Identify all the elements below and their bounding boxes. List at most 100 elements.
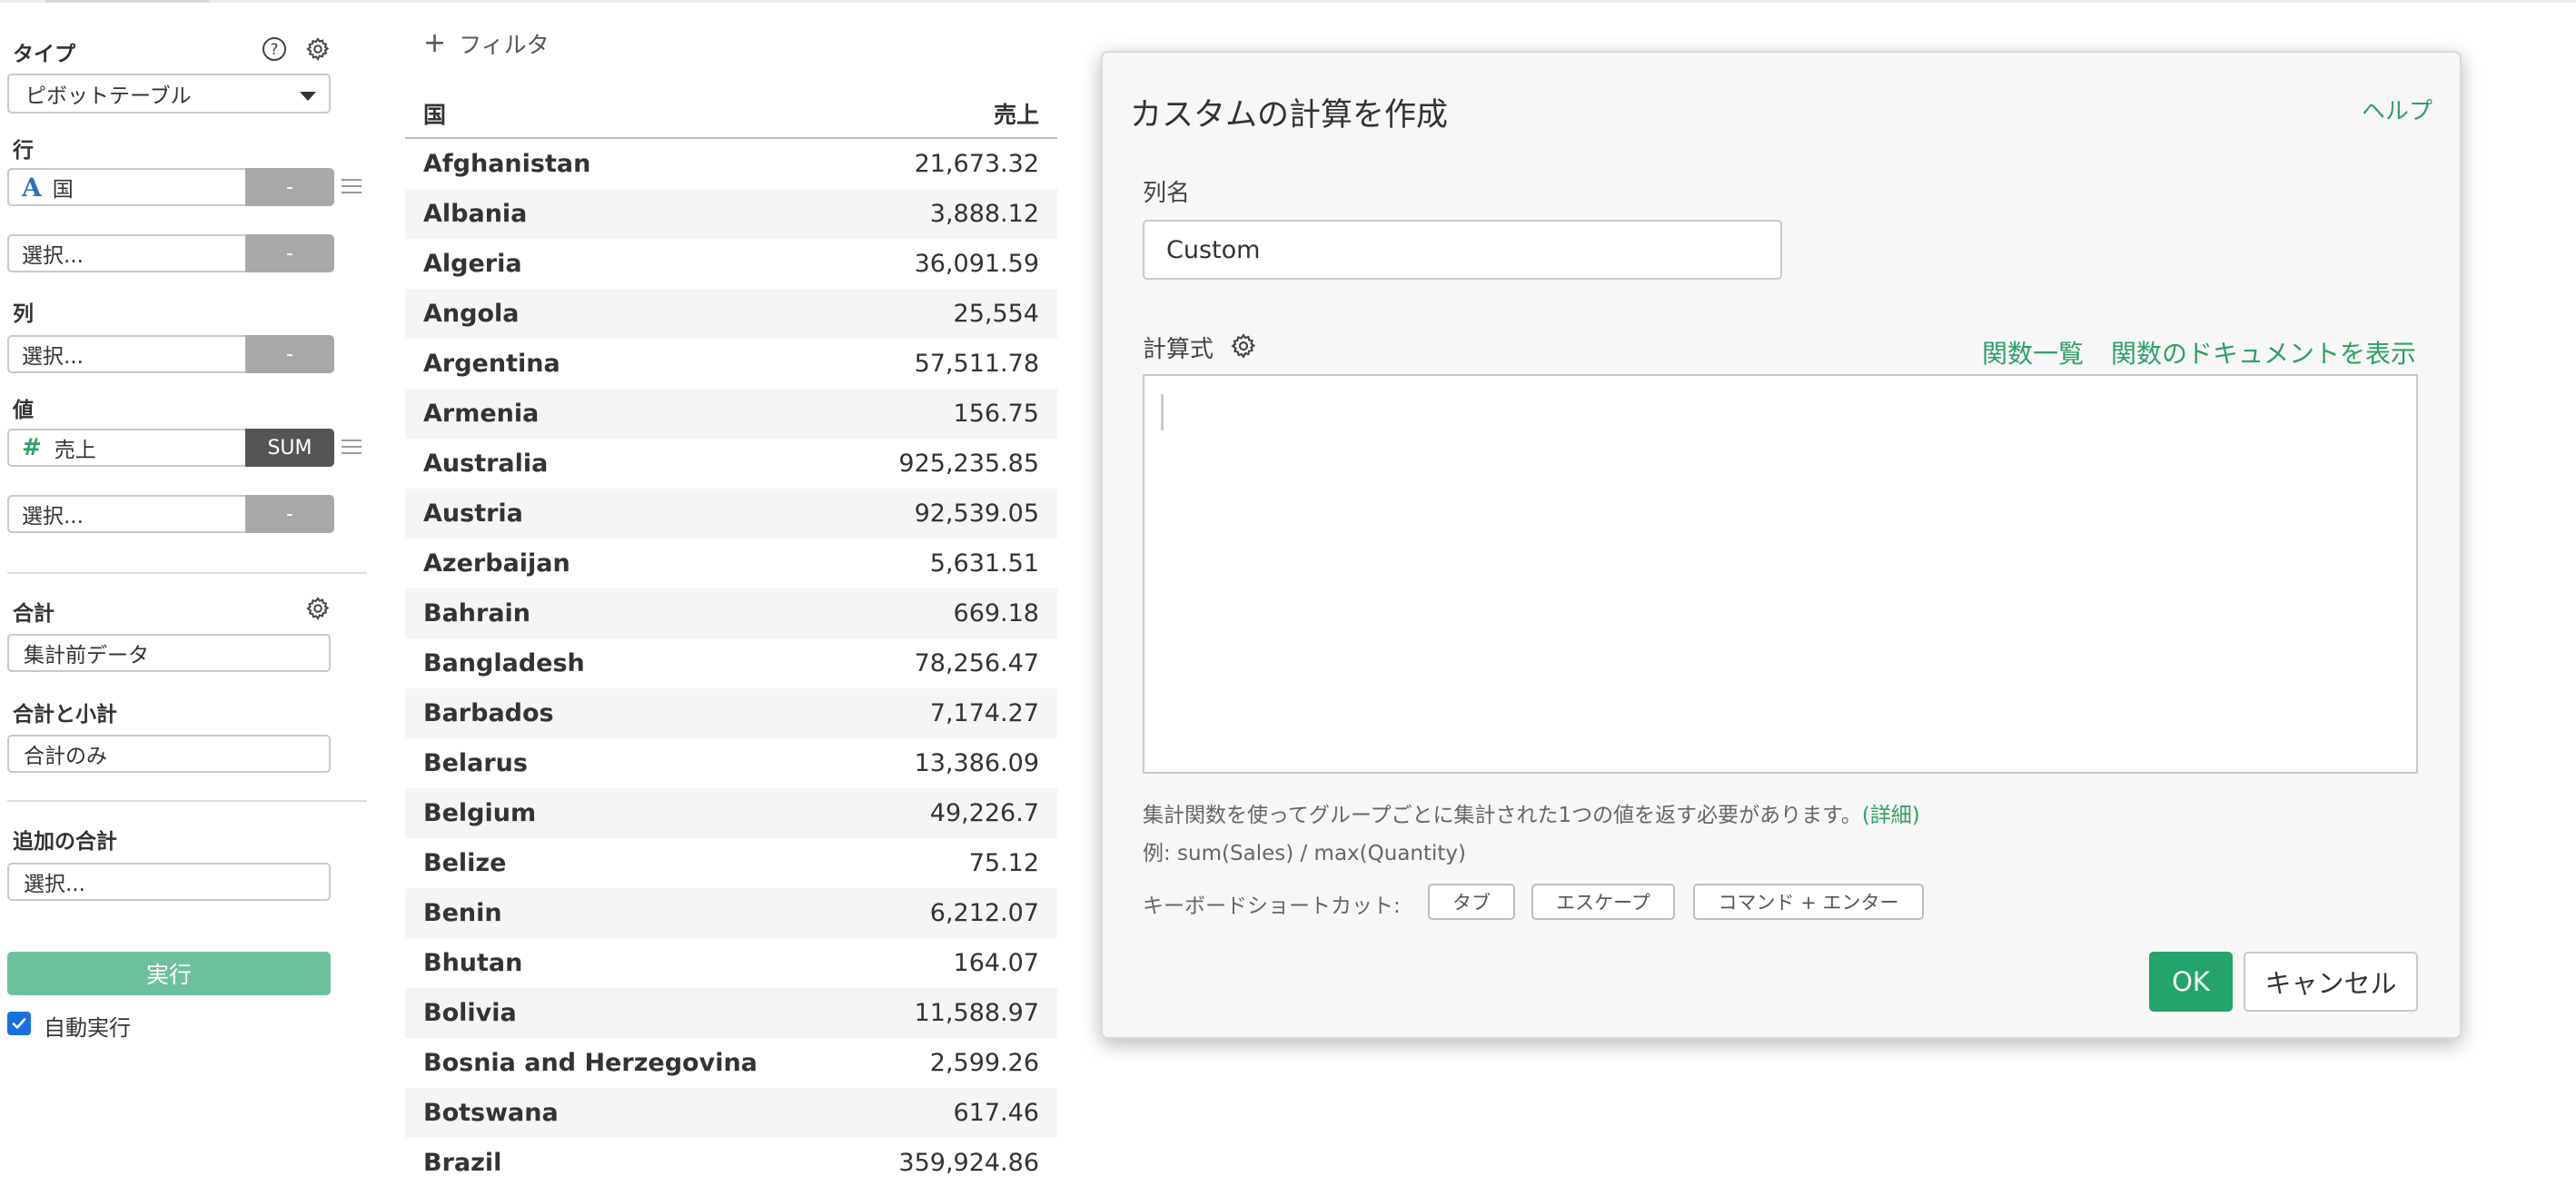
row-empty-button[interactable]: - <box>245 234 334 272</box>
sales-cell: 359,924.86 <box>898 1149 1039 1177</box>
table-row[interactable]: Australia 925,235.85 <box>405 439 1057 489</box>
sales-cell: 5,631.51 <box>929 549 1039 578</box>
column-header-country[interactable]: 国 <box>405 97 994 130</box>
aggregation-button[interactable]: SUM <box>245 429 334 467</box>
column-field-select[interactable]: 選択... <box>7 335 245 373</box>
sales-cell: 2,599.26 <box>929 1049 1039 1077</box>
custom-calculation-dialog: カスタムの計算を作成 ヘルプ 列名 Custom 計算式 関数一覧 関数のドキュ… <box>1101 51 2462 1039</box>
sales-cell: 156.75 <box>953 400 1039 428</box>
value-field-name[interactable]: # 売上 <box>7 429 245 467</box>
gear-icon[interactable] <box>303 594 332 623</box>
country-cell: Armenia <box>423 400 540 428</box>
value-empty-button[interactable]: - <box>245 495 334 533</box>
row-field-select[interactable]: 選択... <box>7 234 245 272</box>
rows-label: 行 <box>13 139 34 163</box>
formula-hint: 集計関数を使ってグループごとに集計された1つの値を返す必要があります。(詳細) <box>1143 797 1920 828</box>
ok-button[interactable]: OK <box>2149 952 2233 1012</box>
table-row[interactable]: Belize 75.12 <box>405 838 1057 888</box>
sales-cell: 92,539.05 <box>914 499 1039 528</box>
row-field-name[interactable]: A国 <box>7 168 245 206</box>
extra-total-label: 追加の合計 <box>13 830 117 854</box>
total-select[interactable]: 集計前データ <box>7 634 331 672</box>
row-field-remove-button[interactable]: - <box>245 168 334 206</box>
run-button[interactable]: 実行 <box>7 952 331 995</box>
table-row[interactable]: Belarus 13,386.09 <box>405 738 1057 788</box>
formula-editor[interactable] <box>1143 374 2418 774</box>
table-row[interactable]: Bolivia 11,588.97 <box>405 988 1057 1038</box>
shortcut-escape-key: エスケープ <box>1531 884 1675 920</box>
column-field-empty[interactable]: 選択... - <box>7 335 334 373</box>
table-row[interactable]: Barbados 7,174.27 <box>405 688 1057 738</box>
table-row[interactable]: Azerbaijan 5,631.51 <box>405 539 1057 588</box>
country-cell: Brazil <box>423 1149 502 1177</box>
country-cell: Bangladesh <box>423 649 585 677</box>
auto-run-label: 自動実行 <box>44 1015 131 1041</box>
function-list-link[interactable]: 関数一覧 <box>1982 334 2084 371</box>
table-row[interactable]: Bahrain 669.18 <box>405 588 1057 638</box>
table-row[interactable]: Afghanistan 21,673.32 <box>405 139 1057 189</box>
table-body: Afghanistan 21,673.32 Albania 3,888.12 Alger… <box>405 139 1057 1186</box>
formula-example: 例: sum(Sales) / max(Quantity) <box>1143 842 1467 865</box>
sales-cell: 11,588.97 <box>914 999 1039 1027</box>
drag-handle-icon[interactable] <box>342 440 362 456</box>
table-row[interactable]: Botswana 617.46 <box>405 1088 1057 1138</box>
table-row[interactable]: Algeria 36,091.59 <box>405 239 1057 289</box>
table-row[interactable]: Bhutan 164.07 <box>405 938 1057 988</box>
subtotal-select[interactable]: 合計のみ <box>7 735 331 773</box>
extra-total-select[interactable]: 選択... <box>7 863 331 901</box>
country-cell: Belgium <box>423 799 537 827</box>
detail-link[interactable]: (詳細) <box>1862 804 1920 827</box>
sales-cell: 75.12 <box>968 849 1039 877</box>
row-field-empty[interactable]: 選択... - <box>7 234 334 272</box>
cancel-button[interactable]: キャンセル <box>2244 952 2418 1012</box>
country-cell: Belarus <box>423 749 528 777</box>
table-row[interactable]: Argentina 57,511.78 <box>405 339 1057 389</box>
help-link[interactable]: ヘルプ <box>2362 93 2432 126</box>
table-row[interactable]: Benin 6,212.07 <box>405 888 1057 938</box>
sales-cell: 7,174.27 <box>929 699 1039 727</box>
formula-label: 計算式 <box>1143 336 1214 363</box>
value-field-empty[interactable]: 選択... - <box>7 495 334 533</box>
column-name-label: 列名 <box>1143 180 1191 207</box>
gear-icon[interactable] <box>1230 332 1257 360</box>
country-cell: Bhutan <box>423 949 523 977</box>
table-row[interactable]: Albania 3,888.12 <box>405 189 1057 239</box>
drag-handle-icon[interactable] <box>342 179 362 195</box>
row-field[interactable]: A国 - <box>7 168 334 206</box>
table-row[interactable]: Brazil 359,924.86 <box>405 1138 1057 1186</box>
chart-type-select[interactable]: ピボットテーブル <box>7 74 331 114</box>
column-name-input[interactable]: Custom <box>1143 220 1782 280</box>
country-cell: Algeria <box>423 250 522 278</box>
country-cell: Argentina <box>423 350 560 378</box>
auto-run-checkbox[interactable] <box>7 1012 31 1035</box>
sales-cell: 3,888.12 <box>929 200 1039 228</box>
table-row[interactable]: Armenia 156.75 <box>405 389 1057 439</box>
check-icon <box>12 1018 26 1029</box>
table-row[interactable]: Bangladesh 78,256.47 <box>405 638 1057 688</box>
plus-icon: + <box>423 27 447 59</box>
table-row[interactable]: Austria 92,539.05 <box>405 489 1057 539</box>
column-empty-button[interactable]: - <box>245 335 334 373</box>
country-cell: Bolivia <box>423 999 517 1027</box>
sales-cell: 78,256.47 <box>914 649 1039 677</box>
table-row[interactable]: Belgium 49,226.7 <box>405 788 1057 838</box>
country-cell: Benin <box>423 899 502 927</box>
function-docs-link[interactable]: 関数のドキュメントを表示 <box>2111 334 2416 371</box>
gear-icon[interactable] <box>303 35 332 64</box>
filter-label: フィルタ <box>459 32 550 58</box>
divider <box>7 800 367 802</box>
country-cell: Botswana <box>423 1099 559 1127</box>
table-row[interactable]: Angola 25,554 <box>405 289 1057 339</box>
country-cell: Azerbaijan <box>423 549 570 578</box>
value-field-select[interactable]: 選択... <box>7 495 245 533</box>
sales-cell: 36,091.59 <box>914 250 1039 278</box>
help-icon[interactable]: ? <box>260 35 289 64</box>
column-header-sales[interactable]: 売上 <box>994 97 1057 130</box>
value-field[interactable]: # 売上 SUM <box>7 429 334 467</box>
add-filter-button[interactable]: + フィルタ <box>423 27 550 60</box>
country-cell: Barbados <box>423 699 554 727</box>
country-cell: Angola <box>423 300 520 328</box>
country-cell: Albania <box>423 200 528 228</box>
table-row[interactable]: Bosnia and Herzegovina 2,599.26 <box>405 1038 1057 1088</box>
sales-cell: 164.07 <box>953 949 1039 977</box>
